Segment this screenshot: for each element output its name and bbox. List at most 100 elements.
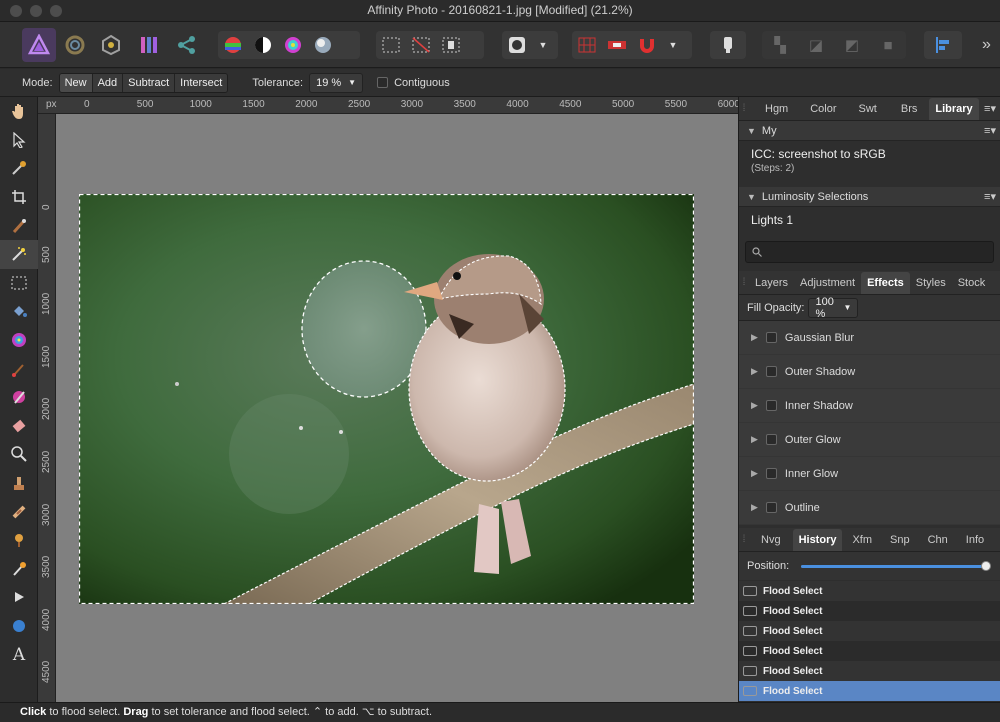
snapping-dropdown-icon[interactable]: ▼: [662, 31, 684, 59]
effect-row[interactable]: ▶ Outline: [739, 491, 1000, 525]
history-item[interactable]: Flood Select: [739, 621, 1000, 641]
mode-new-button[interactable]: New: [59, 73, 93, 92]
transform-selection-icon[interactable]: [602, 31, 632, 59]
fill-opacity-dropdown[interactable]: 100 % ▼: [808, 296, 859, 320]
liquify-persona-icon[interactable]: [58, 28, 92, 62]
tab-history[interactable]: History: [792, 528, 843, 551]
tab-brs[interactable]: Brs: [895, 98, 924, 120]
library-macro-icc[interactable]: ICC: screenshot to sRGB (Steps: 2): [739, 141, 1000, 187]
effect-row[interactable]: ▶ Inner Glow: [739, 457, 1000, 491]
library-search-input[interactable]: [745, 241, 994, 263]
photo-persona-icon[interactable]: [22, 28, 56, 62]
toolbar-overflow-icon[interactable]: »: [982, 36, 991, 54]
panel-grip-icon[interactable]: ⁞: [739, 103, 749, 114]
color-replacement-tool-icon[interactable]: [0, 383, 38, 412]
view-tool-hand-icon[interactable]: [0, 97, 38, 126]
tab-stock[interactable]: Stock: [952, 272, 992, 294]
section-menu-icon[interactable]: ≡▾: [984, 124, 996, 137]
effect-row[interactable]: ▶ Gaussian Blur: [739, 321, 1000, 355]
tab-snp[interactable]: Snp: [884, 529, 916, 551]
history-position-slider[interactable]: [801, 560, 992, 571]
hsl-icon[interactable]: [278, 31, 308, 59]
marquee-tool-icon[interactable]: [0, 269, 38, 298]
tab-color[interactable]: Color: [804, 98, 842, 120]
tab-swt[interactable]: Swt: [853, 98, 883, 120]
black-white-icon[interactable]: [248, 31, 278, 59]
tab-chn[interactable]: Chn: [922, 529, 954, 551]
flood-fill-tool-icon[interactable]: [0, 297, 38, 326]
snapping-magnet-icon[interactable]: [632, 31, 662, 59]
tab-styles[interactable]: Styles: [910, 272, 952, 294]
history-item[interactable]: Flood Select: [739, 581, 1000, 601]
text-tool-icon[interactable]: A: [0, 640, 38, 669]
mode-intersect-button[interactable]: Intersect: [175, 73, 228, 92]
flood-select-tool-icon[interactable]: [0, 239, 38, 269]
effect-enable-checkbox[interactable]: [765, 502, 777, 513]
disclosure-triangle-icon[interactable]: ▶: [751, 332, 758, 343]
panel-menu-icon[interactable]: ≡▾: [984, 102, 996, 115]
deselect-icon[interactable]: [406, 31, 436, 59]
tone-mapping-persona-icon[interactable]: [132, 28, 166, 62]
effect-row[interactable]: ▶ Inner Shadow: [739, 389, 1000, 423]
effect-enable-checkbox[interactable]: [765, 366, 777, 377]
tab-adjustment[interactable]: Adjustment: [794, 272, 861, 294]
document-photo[interactable]: [79, 194, 694, 604]
grid-icon[interactable]: [572, 31, 602, 59]
export-persona-icon[interactable]: [170, 28, 204, 62]
history-item[interactable]: Flood Select: [739, 641, 1000, 661]
history-item[interactable]: Flood Select: [739, 661, 1000, 681]
invert-selection-icon[interactable]: [436, 31, 466, 59]
tab-nvg[interactable]: Nvg: [755, 529, 787, 551]
contiguous-checkbox[interactable]: [377, 77, 389, 88]
history-item[interactable]: Flood Select: [739, 681, 1000, 701]
effect-enable-checkbox[interactable]: [765, 400, 777, 411]
section-menu-icon[interactable]: ≡▾: [984, 190, 996, 203]
white-balance-icon[interactable]: [308, 31, 338, 59]
library-section-luminosity[interactable]: ▼ Luminosity Selections ≡▾: [739, 187, 1000, 207]
library-section-my[interactable]: ▼ My ≡▾: [739, 121, 1000, 141]
dodge-tool-icon[interactable]: [0, 526, 38, 555]
move-tool-icon[interactable]: [0, 126, 38, 155]
quick-mask-dropdown-icon[interactable]: ▼: [532, 31, 554, 59]
gradient-tool-icon[interactable]: [0, 326, 38, 355]
library-macro-lights[interactable]: Lights 1: [739, 207, 1000, 237]
history-position-knob[interactable]: [981, 560, 992, 571]
align-icon[interactable]: [924, 31, 962, 59]
effect-enable-checkbox[interactable]: [765, 434, 777, 445]
tab-info[interactable]: Info: [960, 529, 990, 551]
selection-brush-tool-icon[interactable]: [0, 211, 38, 240]
effect-row[interactable]: ▶ Outer Glow: [739, 423, 1000, 457]
move-forward-icon[interactable]: ◩: [834, 31, 870, 59]
tab-library[interactable]: Library: [929, 97, 979, 120]
tab-effects[interactable]: Effects: [861, 271, 910, 294]
levels-icon[interactable]: [218, 31, 248, 59]
tab-hgm[interactable]: Hgm: [759, 98, 794, 120]
disclosure-triangle-icon[interactable]: ▶: [751, 434, 758, 445]
assistant-icon[interactable]: [710, 31, 746, 59]
mode-subtract-button[interactable]: Subtract: [123, 73, 176, 92]
select-all-icon[interactable]: [376, 31, 406, 59]
panel-grip-icon[interactable]: ⁞: [739, 277, 749, 288]
tab-xfm[interactable]: Xfm: [846, 529, 878, 551]
disclosure-triangle-icon[interactable]: ▶: [751, 366, 758, 377]
effect-enable-checkbox[interactable]: [765, 332, 777, 343]
move-to-back-icon[interactable]: ▚: [762, 31, 798, 59]
erase-tool-icon[interactable]: [0, 412, 38, 441]
canvas-area[interactable]: [56, 114, 738, 702]
healing-brush-tool-icon[interactable]: [0, 497, 38, 526]
effect-row[interactable]: ▶ Outer Shadow: [739, 355, 1000, 389]
pen-tool-icon[interactable]: [0, 583, 38, 612]
history-item[interactable]: Flood Select: [739, 601, 1000, 621]
mode-add-button[interactable]: Add: [92, 73, 124, 92]
effect-enable-checkbox[interactable]: [765, 468, 777, 479]
tab-layers[interactable]: Layers: [749, 272, 794, 294]
move-to-front-icon[interactable]: ■: [870, 31, 906, 59]
shape-tool-icon[interactable]: [0, 612, 38, 641]
paint-brush-tool-icon[interactable]: [0, 354, 38, 383]
color-picker-tool-icon[interactable]: [0, 154, 38, 183]
clone-tool-icon[interactable]: [0, 469, 38, 498]
quick-mask-icon[interactable]: [502, 31, 532, 59]
move-back-icon[interactable]: ◪: [798, 31, 834, 59]
disclosure-triangle-icon[interactable]: ▶: [751, 502, 758, 513]
disclosure-triangle-icon[interactable]: ▶: [751, 400, 758, 411]
